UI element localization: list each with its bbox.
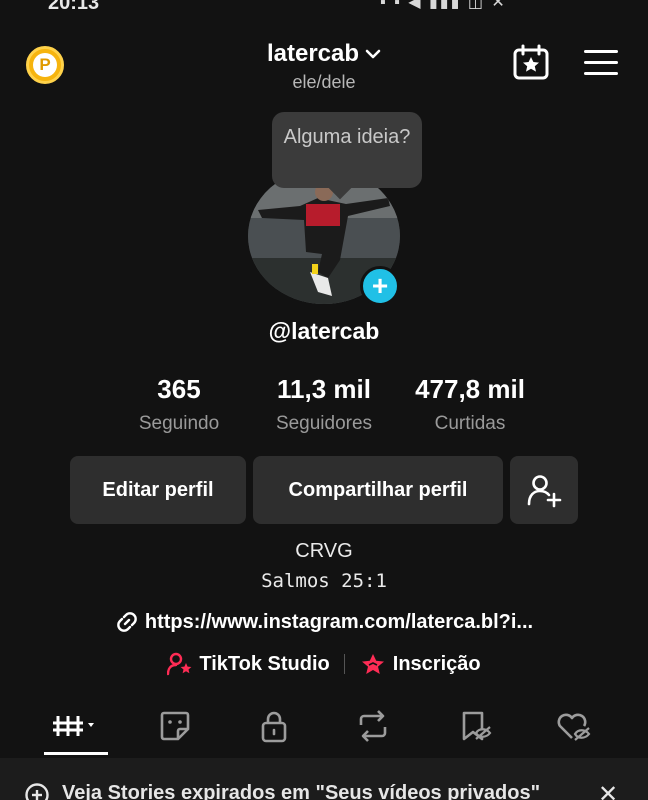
stat-label: Curtidas	[434, 413, 506, 434]
plus-icon: +	[371, 270, 389, 301]
bio-link[interactable]: https://www.instagram.com/laterca.bl?i..…	[0, 610, 648, 634]
creator-star-icon	[167, 652, 192, 676]
menu-icon-line	[584, 72, 618, 75]
status-icons: ▪ ▪ ◀ ▮▮▮ ◫ ✕	[380, 0, 507, 11]
avatar-area: +	[248, 168, 400, 320]
add-friends-button[interactable]	[510, 456, 578, 524]
content-tabs	[0, 704, 648, 756]
subscription-label: Inscrição	[392, 652, 481, 675]
tab-videos[interactable]	[46, 704, 106, 748]
menu-button[interactable]	[584, 50, 618, 78]
bookmark-hidden-icon	[462, 711, 492, 741]
stat-value: 365	[157, 374, 201, 404]
add-friend-icon	[527, 475, 562, 508]
grid-dropdown-icon	[53, 716, 94, 736]
banner-text: Veja Stories expirados em "Seus vídeos p…	[62, 782, 541, 800]
add-story-button[interactable]: +	[360, 266, 400, 306]
tab-private[interactable]	[244, 704, 304, 748]
username-block: latercab ele/dele	[0, 40, 648, 93]
share-profile-button[interactable]: Compartilhar perfil	[253, 456, 503, 524]
profile-extras: TikTok Studio Inscrição	[0, 652, 648, 676]
stat-followers[interactable]: 11,3 mil Seguidores	[249, 374, 399, 435]
profile-handle: @latercab	[268, 318, 380, 344]
profile-header: P latercab ele/dele	[0, 38, 648, 98]
lock-icon	[261, 711, 287, 743]
heart-hidden-icon	[557, 713, 591, 741]
bio-line: Salmos 25:1	[261, 570, 387, 592]
calendar-star-button[interactable]	[512, 44, 550, 82]
tab-liked[interactable]	[544, 704, 604, 748]
close-icon[interactable]: ✕	[598, 780, 618, 800]
suggestion-bubble[interactable]: Alguma ideia?	[272, 112, 422, 188]
repost-icon	[359, 710, 387, 742]
stat-label: Seguindo	[138, 413, 220, 434]
username-text: latercab	[266, 40, 360, 67]
stat-value: 477,8 mil	[415, 374, 525, 404]
subscription-star-icon	[361, 654, 384, 674]
link-icon	[117, 612, 137, 632]
bio-line: CRVG	[295, 540, 353, 562]
menu-icon-line	[584, 61, 618, 64]
stat-value: 11,3 mil	[277, 374, 371, 404]
tab-favorites[interactable]	[446, 704, 506, 748]
pronouns: ele/dele	[292, 72, 356, 92]
tiktok-studio-link[interactable]: TikTok Studio	[167, 652, 330, 676]
edit-profile-button[interactable]: Editar perfil	[70, 456, 246, 524]
stat-following[interactable]: 365 Seguindo	[104, 374, 254, 435]
sticker-icon	[160, 711, 190, 741]
add-story-icon	[25, 783, 49, 800]
expired-stories-banner[interactable]: Veja Stories expirados em "Seus vídeos p…	[0, 758, 648, 800]
tiktok-studio-label: TikTok Studio	[199, 652, 330, 675]
subscription-link[interactable]: Inscrição	[359, 652, 481, 676]
chevron-down-icon	[365, 49, 381, 59]
link-text: https://www.instagram.com/laterca.bl?i..…	[144, 610, 534, 633]
divider	[343, 654, 345, 674]
status-time: 20:13	[48, 0, 100, 14]
active-tab-indicator	[44, 752, 108, 755]
stat-likes[interactable]: 477,8 mil Curtidas	[395, 374, 545, 435]
stat-label: Seguidores	[275, 413, 373, 434]
tab-reposts[interactable]	[343, 704, 403, 748]
menu-icon-line	[584, 50, 618, 53]
tab-stickers[interactable]	[145, 704, 205, 748]
status-bar: 20:13 ▪ ▪ ◀ ▮▮▮ ◫ ✕	[0, 0, 648, 14]
username-switcher[interactable]: latercab	[267, 40, 381, 68]
calendar-star-icon	[513, 44, 549, 80]
